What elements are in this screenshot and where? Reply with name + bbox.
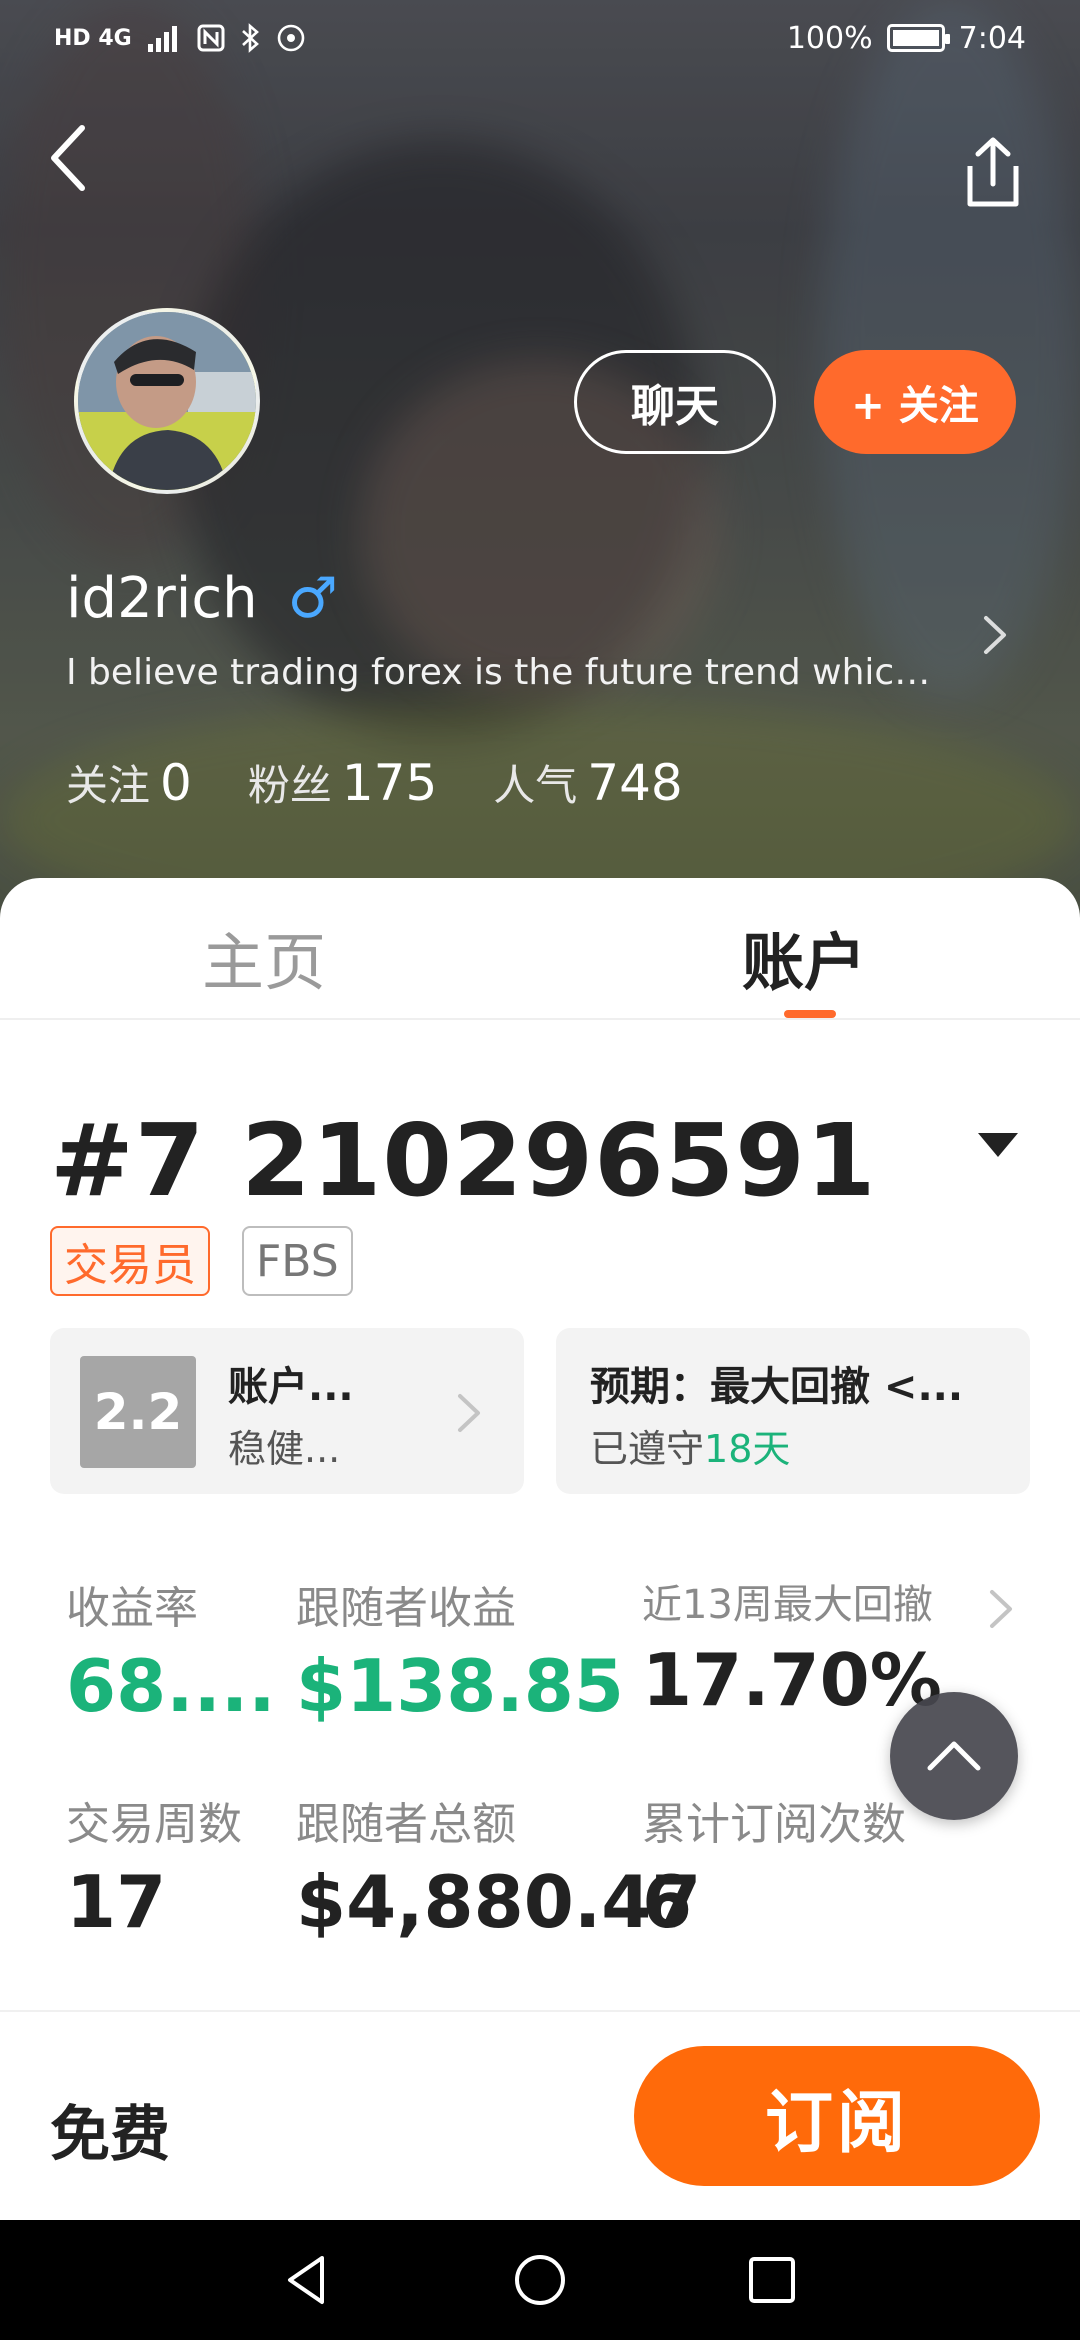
risk-score: 2.2 — [80, 1356, 196, 1468]
metric-trading-weeks: 交易周数 17 — [66, 1788, 242, 1944]
battery-percent: 100% — [786, 20, 873, 56]
metric-value: 68.... — [66, 1644, 276, 1728]
expectation-card[interactable]: 预期：最大回撤 <... 已遵守18天 — [556, 1328, 1030, 1494]
subscribe-button-label: 订阅 — [764, 2083, 909, 2163]
metric-follower-profit: 跟随者收益 $138.85 — [296, 1572, 624, 1728]
dropdown-triangle-icon[interactable] — [976, 1130, 1020, 1160]
chevron-right-icon — [458, 1394, 480, 1432]
tab-account[interactable]: 账户 — [742, 912, 866, 1002]
profile-header: HD 4G 100% 7:04 聊天 + 关注 id2rich ♂ I beli… — [0, 0, 1080, 920]
nav-home-icon[interactable] — [510, 2250, 570, 2310]
username: id2rich — [66, 566, 258, 631]
nav-recent-apps-icon[interactable] — [742, 2250, 802, 2310]
chevron-right-icon[interactable] — [986, 1584, 1016, 1634]
subscribe-button[interactable]: 订阅 — [634, 2046, 1040, 2186]
username-row: id2rich ♂ — [66, 566, 338, 631]
expectation-status: 已遵守18天 — [590, 1418, 790, 1473]
signal-icon — [147, 26, 177, 52]
male-gender-icon: ♂ — [287, 566, 338, 631]
tab-indicator — [784, 1010, 836, 1018]
expectation-title: 预期：最大回撤 <... — [590, 1364, 964, 1410]
follow-button[interactable]: + 关注 — [814, 350, 1016, 454]
metric-return-rate: 收益率 68.... — [66, 1572, 276, 1728]
subscribe-bar: 免费 订阅 — [0, 2010, 1080, 2220]
stat-label: 人气 — [493, 761, 578, 810]
metric-follower-total: 跟随者总额 $4,880.47 — [296, 1788, 701, 1944]
stat-value: 175 — [341, 754, 438, 812]
stat-popularity: 人气 748 — [493, 752, 682, 813]
metric-value: $138.85 — [296, 1644, 624, 1728]
broker-tag: FBS — [242, 1226, 353, 1296]
metric-label: 跟随者收益 — [296, 1583, 516, 1634]
risk-card-title: 账户... — [228, 1364, 354, 1410]
battery-icon — [886, 24, 950, 52]
tab-home[interactable]: 主页 — [202, 912, 326, 1002]
metric-label: 交易周数 — [66, 1799, 242, 1850]
share-icon[interactable] — [958, 132, 1028, 212]
status-system: 100% 7:04 — [787, 21, 1026, 56]
scroll-to-top-button[interactable] — [890, 1692, 1018, 1820]
metric-label: 近13周最大回撤 — [642, 1582, 933, 1628]
tab-bar: 主页 账户 — [0, 878, 1080, 1020]
avatar-photo — [78, 312, 256, 490]
chat-button-label: 聊天 — [631, 381, 719, 432]
battery-fill — [892, 30, 939, 46]
metric-label: 累计订阅次数 — [642, 1799, 906, 1850]
metric-label: 收益率 — [66, 1583, 198, 1634]
metric-value: 6 — [642, 1860, 693, 1944]
follow-button-label: + 关注 — [851, 383, 979, 429]
clock: 7:04 — [958, 20, 1026, 56]
nfc-icon — [197, 24, 225, 52]
chevron-right-icon[interactable] — [980, 610, 1010, 660]
expectation-days: 18天 — [704, 1427, 791, 1471]
account-title: #7 210296591 — [50, 1102, 877, 1219]
status-bar: HD 4G 100% 7:04 — [0, 0, 1080, 76]
status-indicators: HD 4G — [54, 23, 306, 53]
avatar[interactable] — [74, 308, 260, 494]
metric-value: 17.70% — [642, 1638, 942, 1722]
role-tag: 交易员 — [50, 1226, 210, 1296]
system-nav-bar — [0, 2220, 1080, 2340]
stat-followers[interactable]: 粉丝 175 — [248, 752, 437, 813]
nav-back-icon[interactable] — [278, 2250, 338, 2310]
metric-label: 跟随者总额 — [296, 1799, 516, 1850]
risk-card[interactable]: 2.2 账户... 稳健... — [50, 1328, 524, 1494]
stat-following[interactable]: 关注 0 — [66, 752, 192, 813]
location-icon — [277, 24, 305, 52]
metric-subscription-count: 累计订阅次数 6 — [642, 1788, 906, 1944]
profile-stats: 关注 0 粉丝 175 人气 748 — [66, 752, 683, 813]
expectation-prefix: 已遵守 — [590, 1427, 705, 1471]
chevron-up-icon — [927, 1741, 981, 1771]
metric-value: $4,880.47 — [296, 1860, 702, 1944]
bluetooth-icon — [241, 23, 259, 53]
stat-value: 0 — [160, 754, 192, 812]
price-label: 免费 — [50, 2100, 170, 2170]
metric-value: 17 — [66, 1860, 167, 1944]
stat-label: 关注 — [66, 761, 151, 810]
stat-value: 748 — [587, 754, 683, 812]
risk-card-subtitle: 稳健... — [228, 1427, 341, 1471]
back-arrow-icon[interactable] — [40, 118, 100, 198]
bio-text[interactable]: I believe trading forex is the future tr… — [66, 652, 946, 693]
stat-label: 粉丝 — [247, 761, 332, 810]
network-indicator: HD 4G — [54, 25, 132, 51]
chat-button[interactable]: 聊天 — [574, 350, 776, 454]
metric-max-drawdown: 近13周最大回撤 17.70% — [642, 1572, 942, 1722]
